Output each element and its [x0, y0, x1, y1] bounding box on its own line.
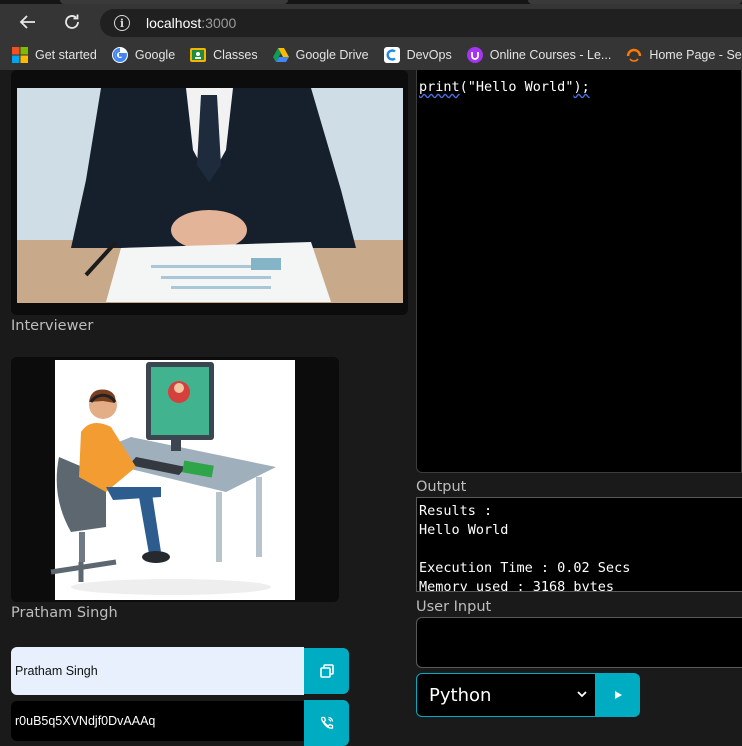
loader-arc-icon [627, 48, 642, 62]
google-drive-icon [272, 48, 289, 62]
room-id-input[interactable]: r0uB5q5XVNdjf0DvAAAq [11, 701, 304, 741]
candidate-label: Pratham Singh [11, 605, 118, 621]
devops-icon [383, 47, 400, 63]
candidate-video-frame [11, 357, 339, 602]
code-editor[interactable]: print("Hello World"); [416, 70, 742, 473]
reload-button[interactable] [58, 8, 86, 36]
language-selected-value: Python [429, 684, 492, 706]
site-info-icon[interactable]: i [114, 15, 130, 31]
play-icon [615, 691, 622, 699]
code-line: print("Hello World"); [419, 79, 590, 95]
bookmark-online-courses[interactable]: Online Courses - Le... [466, 47, 611, 63]
url-text: localhost:3000 [146, 15, 237, 31]
language-select[interactable]: Python [416, 673, 596, 717]
interviewer-video [11, 70, 408, 315]
bookmark-classes[interactable]: Classes [190, 47, 258, 63]
bookmark-devops[interactable]: DevOps [383, 47, 452, 63]
output-console: Results : Hello World Execution Time : 0… [416, 497, 742, 592]
bookmarks-bar: Get started Google Classes Google Drive … [0, 40, 742, 70]
interviewer-video-frame [11, 70, 408, 315]
phone-call-icon [320, 716, 333, 729]
back-button[interactable] [14, 8, 42, 36]
microsoft-logo-icon [12, 47, 28, 63]
run-button[interactable] [596, 673, 640, 717]
browser-toolbar: i localhost:3000 [0, 4, 742, 40]
interviewer-label: Interviewer [11, 318, 94, 334]
call-button[interactable] [304, 700, 349, 746]
bookmark-google[interactable]: Google [111, 47, 175, 63]
reload-icon [65, 14, 79, 29]
output-label: Output [416, 479, 467, 495]
udemy-icon [466, 47, 483, 63]
bookmark-home-page[interactable]: Home Page - Select [626, 47, 742, 63]
chevron-down-icon [577, 691, 587, 698]
google-classroom-icon [190, 48, 207, 62]
arrow-left-icon [19, 15, 35, 29]
name-input[interactable]: Pratham Singh [11, 647, 304, 695]
copy-button[interactable] [304, 648, 349, 694]
user-input-label: User Input [416, 599, 492, 615]
address-bar[interactable]: i localhost:3000 [100, 9, 742, 37]
interview-page: Interviewer Pratham Singh Pratham Singh … [0, 70, 742, 746]
bookmark-google-drive[interactable]: Google Drive [272, 47, 369, 63]
bookmark-get-started[interactable]: Get started [12, 47, 97, 63]
candidate-video [11, 357, 339, 602]
google-logo-icon [111, 47, 128, 63]
copy-icon [319, 664, 334, 678]
user-input-field[interactable] [416, 617, 742, 668]
